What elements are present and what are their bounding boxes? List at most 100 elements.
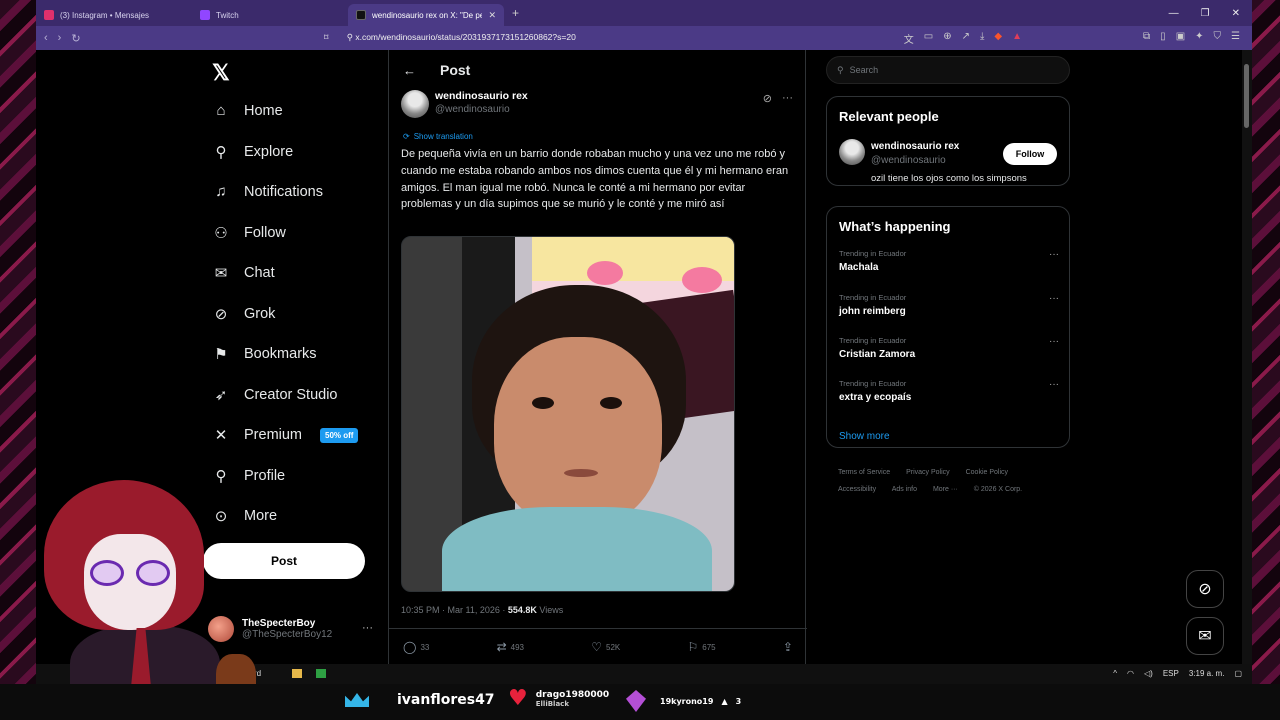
close-window-icon[interactable]: ✕ xyxy=(1232,8,1240,19)
author-handle[interactable]: @wendinosaurio xyxy=(435,104,528,115)
zoom-icon[interactable]: ⊕ xyxy=(943,31,951,46)
bookmark-page-icon[interactable]: ⌑ xyxy=(324,32,328,42)
trend-item[interactable]: Trending in Ecuador john reimberg ··· xyxy=(839,293,1059,317)
volume-icon[interactable]: ◁) xyxy=(1144,669,1153,678)
follow-button[interactable]: Follow xyxy=(1003,143,1057,165)
show-translation-link[interactable]: ⟳ Show translation xyxy=(403,132,473,141)
instagram-icon xyxy=(44,10,54,20)
trend-item[interactable]: Trending in Ecuador Cristian Zamora ··· xyxy=(839,336,1059,360)
language-indicator[interactable]: ESP xyxy=(1163,669,1179,678)
person-name[interactable]: wendinosaurio rex xyxy=(871,141,959,152)
reply-button[interactable]: ◯ 33 xyxy=(403,640,429,654)
like-button[interactable]: ♡ 52K xyxy=(591,640,620,654)
tab-instagram[interactable]: (3) Instagram • Mensajes xyxy=(36,4,192,26)
brave-shield-icon[interactable]: ◆ xyxy=(994,31,1002,46)
avatar[interactable] xyxy=(401,90,429,118)
footer-link[interactable]: More ··· xyxy=(933,486,958,493)
nav-label: Bookmarks xyxy=(244,346,317,362)
notifications-icon[interactable]: ▢ xyxy=(1234,669,1242,678)
minimize-icon[interactable]: — xyxy=(1169,8,1179,19)
footer-link[interactable]: Terms of Service xyxy=(838,469,890,476)
trend-item[interactable]: Trending in Ecuador extra y ecopaís ··· xyxy=(839,379,1059,403)
tweet-time[interactable]: 10:35 PM · Mar 11, 2026 · xyxy=(401,605,508,615)
nav-bookmarks[interactable]: ⚑ Bookmarks xyxy=(212,345,317,363)
footer-link[interactable]: Cookie Policy xyxy=(966,469,1008,476)
search-input[interactable]: ⚲ Search xyxy=(826,56,1070,84)
browser-toolbar: ⧉ ▯ ▣ ✦ ⛉ ☰ xyxy=(1143,31,1240,42)
rewards-icon[interactable]: ▲ xyxy=(1012,31,1022,46)
nav-grok[interactable]: ⊘ Grok xyxy=(212,305,276,323)
vpn-icon[interactable]: ⛉ xyxy=(1214,31,1222,42)
messages-fab-icon[interactable]: ✉ xyxy=(1186,617,1224,655)
nav-label: Chat xyxy=(244,265,275,281)
footer-link[interactable]: Ads info xyxy=(892,486,917,493)
author-name[interactable]: wendinosaurio rex xyxy=(435,90,528,102)
show-more-link[interactable]: Show more xyxy=(839,431,890,442)
wallet-icon[interactable]: ▣ xyxy=(1176,31,1185,42)
grok-icon[interactable]: ⊘ xyxy=(763,92,772,105)
footer-link[interactable]: Accessibility xyxy=(838,486,876,493)
whats-happening-card: What’s happening Trending in Ecuador Mac… xyxy=(826,206,1070,448)
x-logo-icon xyxy=(356,10,366,20)
screen: (3) Instagram • Mensajes Twitch wendinos… xyxy=(0,0,1280,720)
nav-label: Premium xyxy=(244,427,303,443)
overlay-user: drago1980000 xyxy=(535,690,610,700)
scrollbar[interactable] xyxy=(1242,50,1252,664)
clock[interactable]: 3:19 a. m. xyxy=(1189,669,1225,678)
premium-discount-badge: 50% off xyxy=(320,427,359,443)
more-dots-icon[interactable]: ··· xyxy=(782,92,793,105)
download-icon[interactable]: ⤓ xyxy=(980,31,984,46)
url-field[interactable]: ⌑ ⚲ x.com/wendinosaurio/status/203193717… xyxy=(324,32,576,43)
more-dots-icon[interactable]: ··· xyxy=(362,622,373,634)
nav-explore[interactable]: ⚲ Explore xyxy=(212,143,294,161)
nav-chat[interactable]: ✉ Chat xyxy=(212,264,275,282)
repost-button[interactable]: ⇄ 493 xyxy=(497,640,524,654)
reload-icon[interactable]: ↻ xyxy=(71,32,80,45)
tab-twitch[interactable]: Twitch xyxy=(192,4,348,26)
stream-overlay-bar: ivanflores47 ♥ drago1980000 ElliBlack 19… xyxy=(0,684,1280,720)
more-dots-icon[interactable]: ··· xyxy=(1049,379,1059,390)
extensions-icon[interactable]: ⧉ xyxy=(1143,31,1150,42)
top-cheer-item: 19kyrono19 ▲ 3 xyxy=(626,690,741,712)
x-logo-icon[interactable]: 𝕏 xyxy=(212,60,230,86)
grok-fab-icon[interactable]: ⊘ xyxy=(1186,570,1224,608)
nav-follow[interactable]: ⚇ Follow xyxy=(212,224,286,242)
overlay-user: 19kyrono19 xyxy=(660,696,714,706)
nav-creator-studio[interactable]: ➶ Creator Studio xyxy=(212,386,338,404)
avatar[interactable] xyxy=(839,139,865,165)
tweet-image[interactable] xyxy=(401,236,735,592)
more-dots-icon[interactable]: ··· xyxy=(1049,249,1059,260)
app-icon[interactable] xyxy=(316,669,326,678)
new-tab-icon[interactable]: + xyxy=(512,6,519,20)
person-handle[interactable]: @wendinosaurio xyxy=(871,155,946,166)
tab-x-post[interactable]: wendinosaurio rex on X: "De peq ✕ xyxy=(348,4,504,26)
bookmark-button[interactable]: ⚐ 675 xyxy=(688,640,716,654)
card-title: What’s happening xyxy=(839,219,951,234)
chevron-up-icon[interactable]: ^ xyxy=(1113,669,1117,678)
ai-icon[interactable]: ✦ xyxy=(1195,31,1203,42)
reader-icon[interactable]: ▭ xyxy=(924,31,933,46)
share-button[interactable]: ⇪ xyxy=(783,640,793,654)
scrollbar-thumb[interactable] xyxy=(1244,64,1249,128)
close-tab-icon[interactable]: ✕ xyxy=(488,10,496,21)
maximize-icon[interactable]: ❐ xyxy=(1201,8,1210,19)
sidebar-icon[interactable]: ▯ xyxy=(1160,31,1166,42)
search-placeholder: Search xyxy=(849,65,879,75)
forward-icon[interactable]: › xyxy=(58,32,62,44)
nav-premium[interactable]: ✕ Premium 50% off xyxy=(212,426,359,444)
nav-home[interactable]: ⌂ Home xyxy=(212,102,282,119)
back-icon[interactable]: ‹ xyxy=(44,32,48,44)
tweet-author[interactable]: wendinosaurio rex @wendinosaurio xyxy=(401,90,528,118)
share-icon[interactable]: ↗ xyxy=(962,31,970,46)
more-dots-icon[interactable]: ··· xyxy=(1049,336,1059,347)
more-dots-icon[interactable]: ··· xyxy=(1049,293,1059,304)
search-icon: ⚲ xyxy=(837,64,844,75)
trend-item[interactable]: Trending in Ecuador Machala ··· xyxy=(839,249,1059,273)
back-arrow-icon[interactable]: ← xyxy=(403,63,416,78)
menu-icon[interactable]: ☰ xyxy=(1231,31,1240,42)
nav-notifications[interactable]: ♫ Notifications xyxy=(212,183,323,200)
folder-icon[interactable] xyxy=(292,669,302,678)
translate-icon[interactable]: 文 xyxy=(904,31,914,46)
wifi-icon[interactable]: ◠ xyxy=(1127,669,1134,678)
footer-link[interactable]: Privacy Policy xyxy=(906,469,950,476)
